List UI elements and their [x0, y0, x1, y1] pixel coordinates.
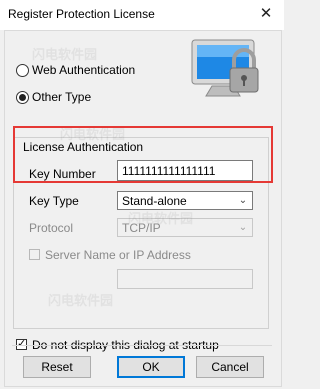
key-type-label: Key Type — [29, 194, 79, 208]
key-number-label: Key Number — [29, 167, 96, 181]
title-bar[interactable]: Register Protection License ✕ — [0, 0, 284, 30]
divider — [12, 345, 272, 346]
protocol-value: TCP/IP — [122, 221, 161, 235]
close-icon[interactable]: ✕ — [256, 4, 276, 24]
protocol-label: Protocol — [29, 221, 74, 235]
server-checkbox-label: Server Name or IP Address — [45, 248, 191, 262]
window-title: Register Protection License — [8, 7, 155, 21]
server-checkbox[interactable] — [29, 249, 40, 260]
web-auth-label[interactable]: Web Authentication — [32, 63, 135, 77]
chevron-down-icon[interactable]: ⌄ — [236, 193, 250, 208]
key-type-select[interactable]: Stand-alone ⌄ — [117, 191, 253, 210]
server-address-input[interactable] — [117, 269, 253, 289]
key-type-value: Stand-alone — [122, 194, 187, 208]
chevron-down-icon[interactable]: ⌄ — [236, 220, 250, 235]
license-dialog-window: Register Protection License ✕ Web Authen… — [0, 0, 284, 389]
other-type-label[interactable]: Other Type — [32, 90, 91, 104]
monitor-lock-icon — [191, 39, 259, 97]
other-type-radio[interactable] — [16, 91, 29, 104]
web-auth-radio[interactable] — [16, 64, 29, 77]
key-number-input[interactable] — [117, 160, 253, 181]
group-title: License Authentication — [23, 140, 144, 154]
cancel-button[interactable]: Cancel — [196, 356, 264, 378]
protocol-select[interactable]: TCP/IP ⌄ — [117, 218, 253, 237]
reset-button[interactable]: Reset — [23, 356, 91, 378]
ok-button[interactable]: OK — [117, 356, 185, 378]
